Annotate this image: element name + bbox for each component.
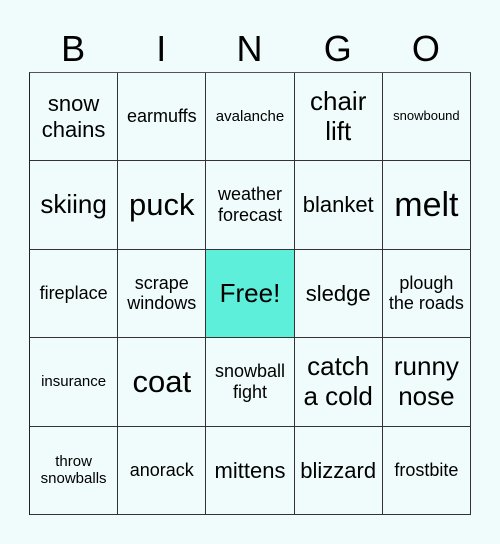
- bingo-cell-i5[interactable]: anorack: [118, 426, 207, 515]
- bingo-cell-o3[interactable]: plough the roads: [382, 249, 471, 339]
- bingo-cell-n4[interactable]: snowball fight: [206, 338, 295, 427]
- bingo-cell-g3[interactable]: sledge: [294, 249, 383, 339]
- bingo-cell-i3[interactable]: scrape windows: [118, 249, 207, 339]
- bingo-cell-o2[interactable]: melt: [382, 161, 471, 250]
- header-letter-i: I: [156, 28, 167, 69]
- bingo-board: snow chains earmuffs avalanche chair lift sn…: [29, 72, 471, 515]
- bingo-cell-o4[interactable]: runny nose: [382, 338, 471, 427]
- bingo-cell-g1[interactable]: chair lift: [294, 73, 383, 162]
- header-letter-g: G: [323, 28, 352, 69]
- header-letter-n: N: [236, 28, 263, 69]
- bingo-cell-i1[interactable]: earmuffs: [118, 73, 207, 162]
- bingo-cell-b5[interactable]: throw snowballs: [30, 426, 119, 515]
- bingo-cell-i4[interactable]: coat: [118, 338, 207, 427]
- bingo-cell-n5[interactable]: mittens: [206, 426, 295, 515]
- bingo-cell-g2[interactable]: blanket: [294, 161, 383, 250]
- bingo-cell-n2[interactable]: weather forecast: [206, 161, 295, 250]
- bingo-cell-g4[interactable]: catch a cold: [294, 338, 383, 427]
- bingo-cell-n1[interactable]: avalanche: [206, 73, 295, 162]
- bingo-cell-b4[interactable]: insurance: [30, 338, 119, 427]
- header-letter-b: B: [61, 28, 86, 69]
- bingo-cell-i2[interactable]: puck: [118, 161, 207, 250]
- free-space-cell[interactable]: Free!: [206, 249, 295, 339]
- bingo-cell-o5[interactable]: frostbite: [382, 426, 471, 515]
- bingo-cell-b1[interactable]: snow chains: [30, 73, 119, 162]
- bingo-cell-g5[interactable]: blizzard: [294, 426, 383, 515]
- bingo-cell-b2[interactable]: skiing: [30, 161, 119, 250]
- bingo-header: B I N G O: [29, 26, 470, 72]
- header-letter-o: O: [411, 28, 440, 69]
- bingo-cell-b3[interactable]: fireplace: [30, 249, 119, 339]
- bingo-cell-o1[interactable]: snowbound: [382, 73, 471, 162]
